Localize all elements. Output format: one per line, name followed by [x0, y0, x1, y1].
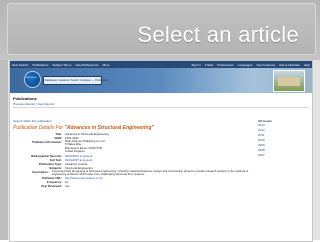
site-banner: EBSCOhost Databases: Academic Search Com… — [10, 68, 312, 93]
detail-value: Concerned with all aspects of structural… — [51, 168, 249, 177]
top-nav-bar: New Search Publications Subject Terms Ci… — [10, 61, 312, 68]
divider — [13, 107, 309, 108]
detail-key: Peer Reviewed: — [41, 184, 62, 189]
top-nav-right: Sign In Folder Preferences Languages New… — [190, 63, 312, 67]
slide-header: Select an article — [0, 0, 320, 60]
institution-photo — [273, 70, 305, 92]
logo-text: EBSCOhost — [26, 77, 37, 79]
heading-prefix: Publication Details For — [13, 125, 65, 131]
slide-title: Select an article — [137, 22, 299, 47]
issue-year-link[interactable]: 2007 — [258, 153, 306, 158]
detail-row: Peer Reviewed: Yes — [20, 184, 250, 188]
nav-item-folder[interactable]: Folder — [205, 63, 214, 67]
detail-value: Multi-Science Publishing Co Ltd 5 Wates … — [65, 139, 105, 154]
nav-item-new-search[interactable]: New Search — [12, 63, 28, 67]
search-within-publication-link[interactable]: Search within this publication — [13, 119, 52, 123]
section-label: Publications — [13, 96, 37, 101]
detail-value: Yes — [65, 184, 70, 189]
nav-item-languages[interactable]: Languages — [238, 63, 253, 67]
detail-row: Description: Concerned with all aspects o… — [20, 168, 250, 177]
database-label: Databases: Academic Search Complete — Pu… — [43, 76, 109, 85]
nav-item-cited-references[interactable]: Cited References — [75, 63, 98, 67]
publication-details: Title: Advances in Structural Engineering… — [20, 132, 250, 188]
detail-value[interactable]: http://www.multi-science.co.uk — [65, 176, 102, 180]
slide-title-box: Select an article — [7, 3, 316, 55]
record-navigation[interactable]: Previous Record | Next Record — [13, 102, 54, 106]
nav-item-help[interactable]: Help — [304, 63, 310, 67]
issues-panel: All Issues 2013 2012 2011 2010 2009 2008… — [258, 119, 306, 158]
nav-item-subject-terms[interactable]: Subject Terms — [53, 63, 72, 67]
embedded-screenshot: New Search Publications Subject Terms Ci… — [9, 60, 313, 242]
detail-key: Description: — [32, 169, 49, 174]
detail-row: Publisher Information: Multi-Science Publ… — [20, 139, 250, 154]
nav-item-ask-a-librarian[interactable]: Ask-A-Librarian — [279, 63, 300, 67]
heading-title: "Advances in Structural Engineering" — [64, 125, 154, 131]
nav-item-preferences[interactable]: Preferences — [217, 63, 233, 67]
nav-item-sign-in[interactable]: Sign In — [192, 63, 201, 67]
ebsco-logo-icon[interactable]: EBSCOhost — [24, 71, 41, 88]
slide-side-bar — [0, 60, 8, 240]
nav-item-new-features[interactable]: New Features — [256, 63, 275, 67]
nav-item-publications[interactable]: Publications — [32, 63, 48, 67]
detail-key: Publisher Information: — [32, 140, 62, 144]
nav-item-more[interactable]: More — [103, 63, 110, 67]
publication-heading: Publication Details For "Advances in Str… — [13, 125, 154, 131]
